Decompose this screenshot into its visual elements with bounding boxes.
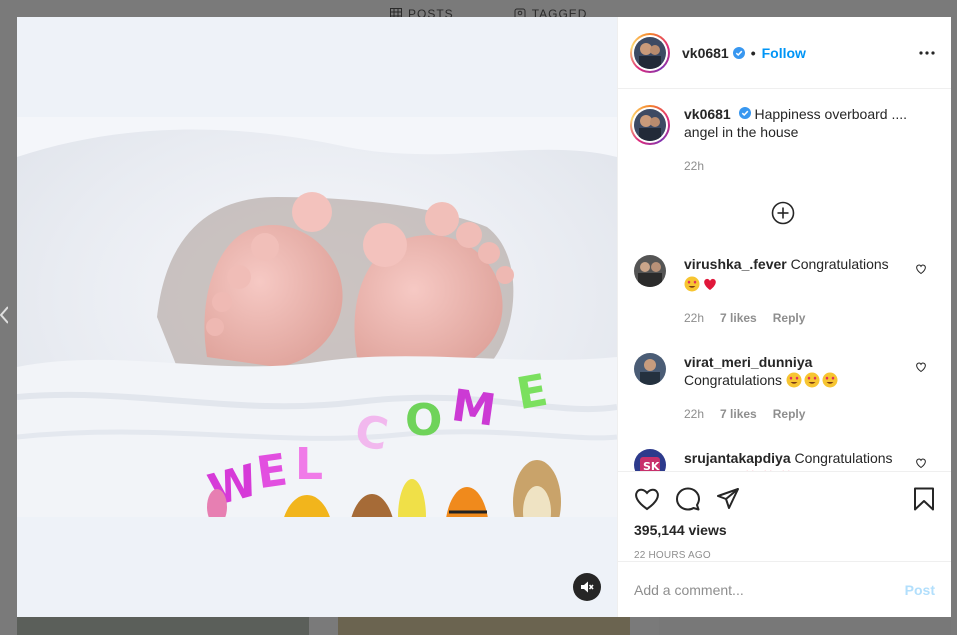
- comment-likes[interactable]: 7 likes: [720, 405, 757, 423]
- add-comment-input[interactable]: [634, 581, 905, 598]
- avatar-image: [634, 109, 666, 141]
- heart-eyes-emoji-icon: [822, 372, 838, 388]
- caption-username[interactable]: vk0681: [684, 106, 731, 122]
- heart-outline-icon: [916, 264, 926, 275]
- comment-username[interactable]: srujantakapdiya: [684, 450, 791, 466]
- heart-outline-icon: [916, 362, 926, 373]
- comment-username[interactable]: virat_meri_dunniya: [684, 354, 812, 370]
- post-header: vk0681 • Follow: [618, 17, 951, 89]
- author-avatar[interactable]: [630, 32, 670, 73]
- mute-button[interactable]: [573, 573, 601, 601]
- comment-bubble-icon: [676, 487, 700, 511]
- svg-text:O: O: [405, 395, 442, 446]
- caption-age: 22h: [684, 159, 705, 173]
- post-timestamp: 22 HOURS AGO: [634, 550, 711, 561]
- more-options-button[interactable]: [919, 50, 935, 55]
- comment-text: Congratulations: [790, 256, 889, 272]
- comment-like-button[interactable]: [915, 361, 927, 373]
- post-modal: W E L C O M E vk0681 • Follow vk0681 Hap…: [17, 17, 951, 617]
- grid-thumbnail[interactable]: [17, 617, 309, 635]
- heart-eyes-emoji-icon: [786, 372, 802, 388]
- post-caption: vk0681 Happiness overboard .... angel in…: [630, 105, 935, 175]
- comment-item: virushka_.fever Congratulations 22h 7 li…: [630, 255, 935, 327]
- post-actions: 395,144 views 22 HOURS AGO Post: [618, 471, 951, 617]
- heart-outline-icon: [916, 458, 926, 469]
- load-more-comments: [630, 201, 935, 225]
- speaker-muted-icon: [581, 581, 594, 593]
- svg-text:L: L: [295, 439, 323, 490]
- comment-reply-button[interactable]: Reply: [773, 405, 806, 423]
- comment-likes[interactable]: 7 likes: [720, 309, 757, 327]
- comment-like-button[interactable]: [915, 263, 927, 275]
- svg-text:M: M: [449, 380, 499, 437]
- comment-age: 22h: [684, 311, 705, 325]
- red-heart-emoji-icon: [704, 278, 716, 290]
- comment-emojis: [684, 276, 718, 292]
- heart-eyes-emoji-icon: [804, 372, 820, 388]
- post-sidebar: vk0681 • Follow vk0681 Happiness overboa…: [617, 17, 951, 617]
- load-more-comments-button[interactable]: [771, 201, 795, 225]
- plus-circle-icon: [771, 201, 794, 225]
- commenter-avatar[interactable]: [634, 255, 666, 287]
- like-button[interactable]: [634, 487, 660, 511]
- heart-eyes-emoji-icon: [684, 276, 700, 292]
- bookmark-icon: [914, 487, 934, 511]
- add-comment-bar: Post: [618, 561, 951, 617]
- comment-reply-button[interactable]: Reply: [773, 309, 806, 327]
- comment-username[interactable]: virushka_.fever: [684, 256, 787, 272]
- comment-item: SK srujantakapdiya Congratulations Virus…: [630, 449, 935, 471]
- paper-plane-icon: [717, 488, 739, 509]
- comment-like-button[interactable]: [915, 457, 927, 469]
- comment-text: Congratulations: [684, 372, 783, 388]
- follow-button[interactable]: Follow: [762, 45, 806, 61]
- more-horizontal-icon: [919, 50, 935, 55]
- author-username[interactable]: vk0681: [682, 45, 729, 61]
- avatar-image: [634, 36, 666, 69]
- grid-thumbnail[interactable]: [338, 617, 630, 635]
- post-comment-button[interactable]: Post: [905, 582, 935, 598]
- svg-text:SK: SK: [643, 460, 660, 471]
- verified-badge-icon: [732, 46, 745, 59]
- previous-post-arrow-icon[interactable]: [0, 303, 8, 327]
- comment-age: 22h: [684, 407, 705, 421]
- background-grid-thumbnails: [17, 617, 957, 635]
- views-count[interactable]: 395,144 views: [634, 522, 935, 538]
- grid-thumbnail[interactable]: [659, 617, 951, 635]
- save-button[interactable]: [913, 487, 935, 511]
- comments-list[interactable]: vk0681 Happiness overboard .... angel in…: [618, 89, 951, 471]
- comment-button[interactable]: [676, 487, 700, 511]
- verified-badge-icon: [738, 107, 751, 119]
- post-image: W E L C O M E: [17, 117, 617, 517]
- comment-item: virat_meri_dunniya Congratulations 22h 7…: [630, 353, 935, 423]
- caption-author-avatar[interactable]: [630, 105, 670, 145]
- comment-emojis: [786, 372, 838, 388]
- media-letterbox-top: [17, 17, 617, 117]
- share-button[interactable]: [716, 487, 740, 511]
- heart-outline-icon: [635, 488, 659, 511]
- separator-dot: •: [750, 44, 756, 61]
- media-letterbox-bottom: [17, 517, 617, 617]
- post-media[interactable]: W E L C O M E: [17, 17, 617, 617]
- commenter-avatar[interactable]: SK: [634, 449, 666, 471]
- commenter-avatar[interactable]: [634, 353, 666, 385]
